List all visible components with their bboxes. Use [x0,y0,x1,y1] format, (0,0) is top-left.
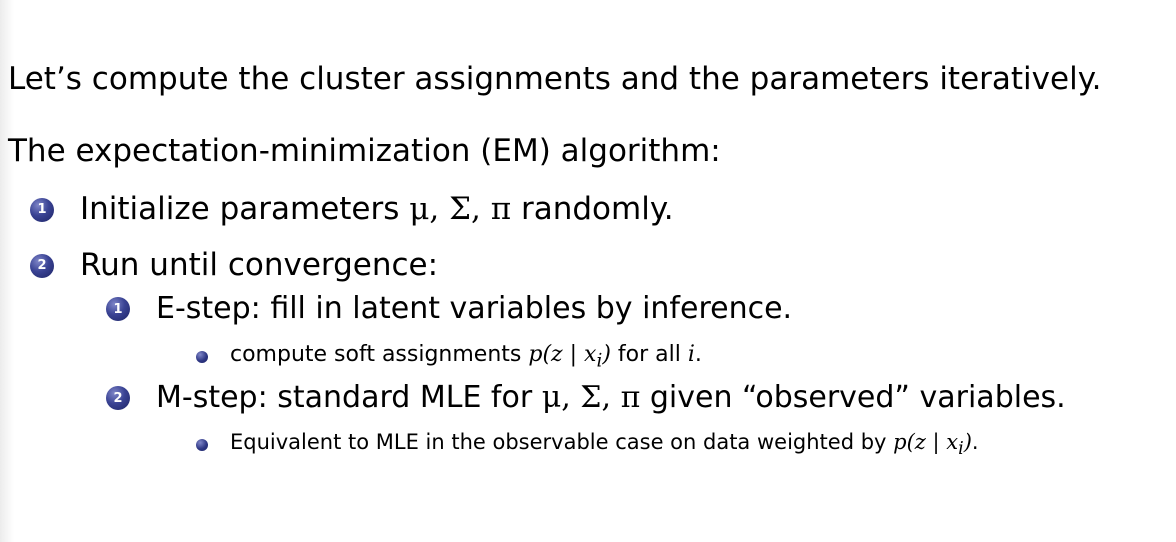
m-step-bullet: Equivalent to MLE in the observable case… [196,432,979,459]
e-step-bullet-text: compute soft assignments p(z | xi) for a… [230,342,702,372]
math-p-z-given-x: p(z | xi) [528,342,611,372]
bullet-dot [196,439,208,452]
m-step-math: μ, Σ, π [541,380,641,415]
e-step-bullet: compute soft assignments p(z | xi) for a… [196,344,702,371]
step-1-math: μ, Σ, π [409,191,512,227]
m-step-bullet-text: Equivalent to MLE in the observable case… [230,430,979,460]
substep-e-step: 1 E-step: fill in latent variables by in… [106,294,792,324]
step-number-badge: 2 [30,253,54,278]
slide: Let’s compute the cluster assignments an… [0,0,1176,542]
substep-m-step: 2 M-step: standard MLE for μ, Σ, π given… [106,383,1066,413]
step-2-text: Run until convergence: [80,247,439,283]
bullet-dot [196,351,208,364]
substep-m-step-text: M-step: standard MLE for μ, Σ, π given “… [156,380,1066,415]
intro-text: Let’s compute the cluster assignments an… [8,61,1102,97]
substep-e-step-text: E-step: fill in latent variables by infe… [156,291,793,326]
step-2: 2 Run until convergence: [30,250,438,281]
substep-number-badge: 2 [106,386,130,410]
math-p-z-given-x: p(z | xi) [893,430,972,460]
step-1: 1 Initialize parameters μ, Σ, π randomly… [30,194,674,225]
algorithm-heading: The expectation-minimization (EM) algori… [8,133,721,169]
step-1-text: Initialize parameters μ, Σ, π randomly. [80,191,674,227]
substep-number-badge: 1 [106,297,130,321]
step-number-badge: 1 [30,197,54,222]
